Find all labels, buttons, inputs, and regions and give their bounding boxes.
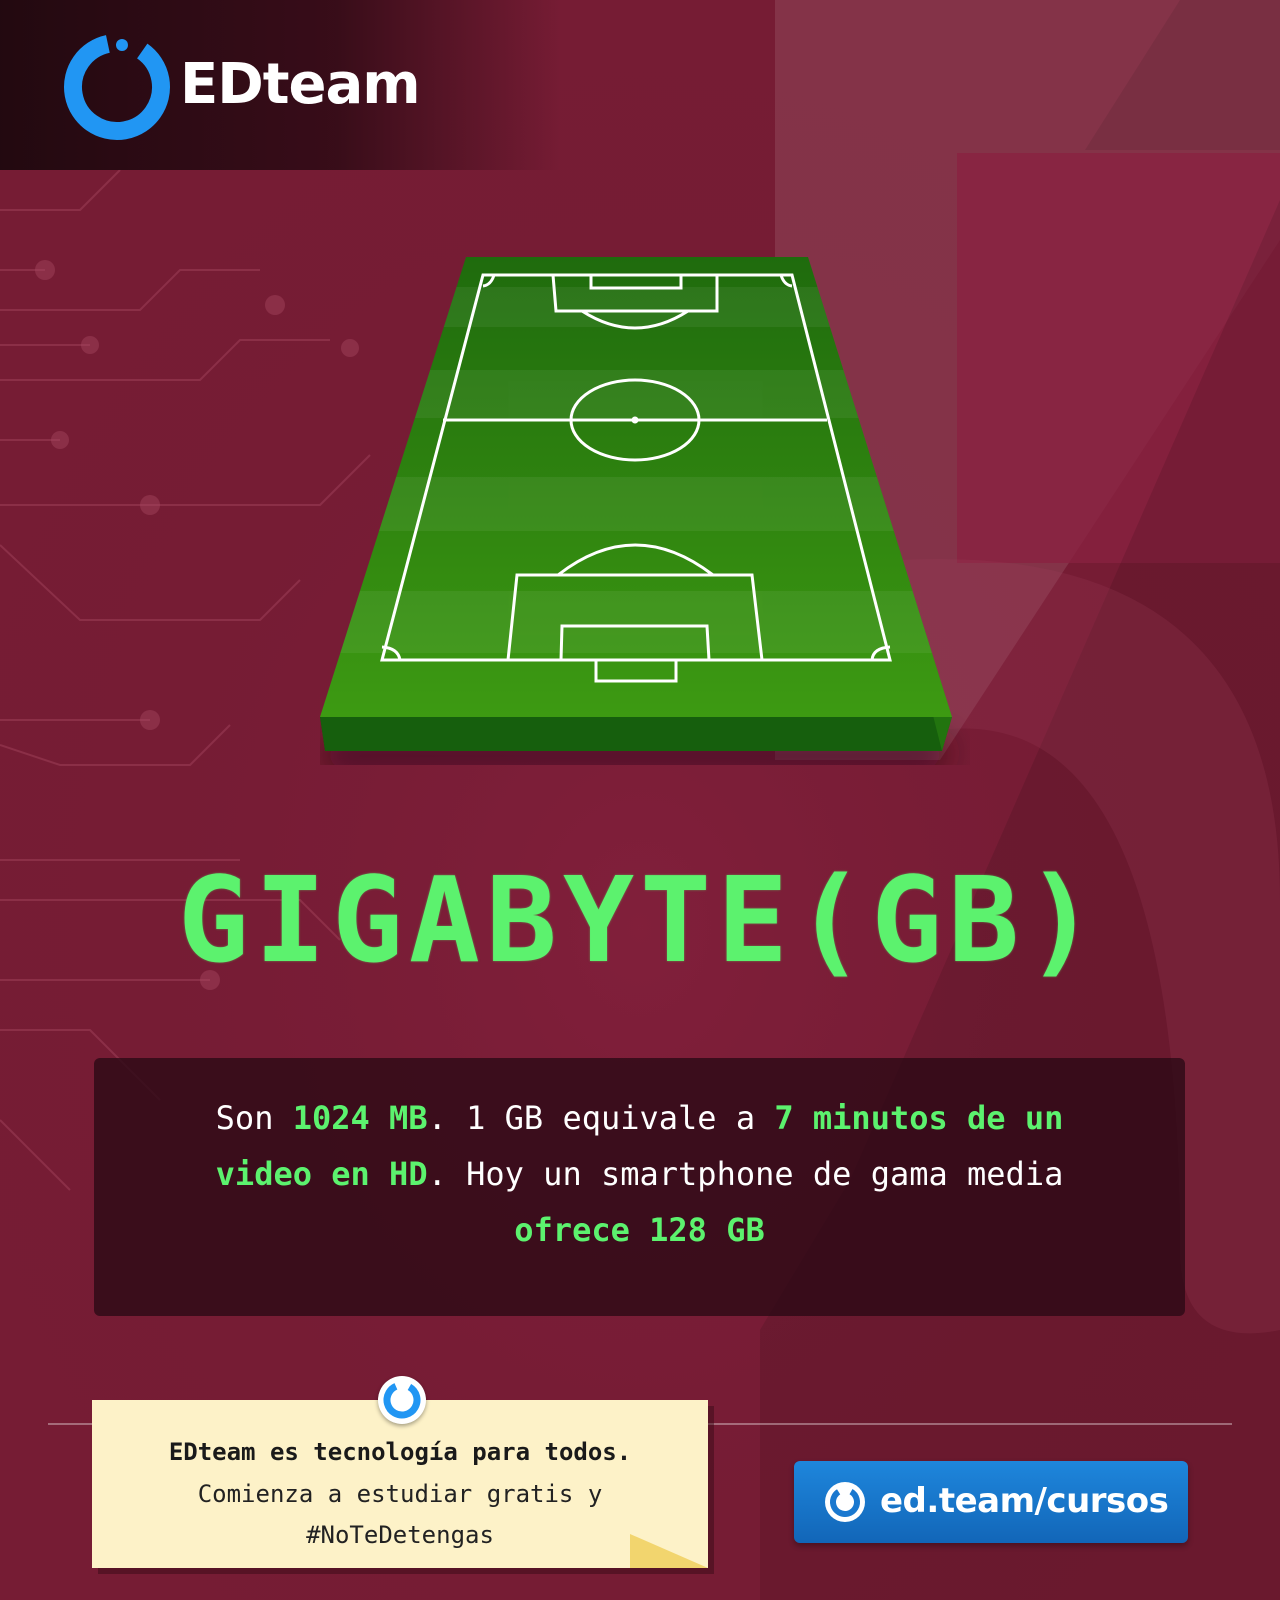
edteam-ring-logo-icon	[64, 34, 170, 140]
description-part: . Hoy un smartphone de gama media	[427, 1155, 1064, 1193]
logo-bar: EDteam	[0, 0, 560, 170]
soccer-field-icon	[320, 257, 952, 751]
description-part: . 1 GB equivale a	[427, 1099, 775, 1137]
background-decoration	[0, 0, 1280, 1600]
description-highlight: 1024 MB	[292, 1099, 428, 1137]
note-line: Comienza a estudiar gratis y	[197, 1480, 603, 1508]
edteam-ring-icon	[825, 1482, 865, 1522]
cta-label: ed.team/cursos	[880, 1481, 1169, 1521]
description-highlight: ofrece 128 GB	[514, 1211, 765, 1249]
description-part: Son	[215, 1099, 293, 1137]
note-fold	[630, 1534, 708, 1568]
description-text: Son 1024 MB. 1 GB equivale a 7 minutos d…	[164, 1090, 1115, 1258]
headline: GIGABYTE(GB)	[177, 851, 1103, 989]
note-hashtag: #NoTeDetengas	[306, 1521, 494, 1549]
brand-name: EDteam	[180, 52, 421, 117]
courses-link-button[interactable]: ed.team/cursos	[794, 1461, 1188, 1543]
pin-icon	[378, 1376, 426, 1424]
sticky-note: EDteam es tecnología para todos. Comienz…	[92, 1376, 708, 1568]
edteam-ring-pin-icon	[383, 1381, 421, 1419]
note-title: EDteam es tecnología para todos.	[168, 1438, 632, 1466]
info-box: Son 1024 MB. 1 GB equivale a 7 minutos d…	[94, 1058, 1185, 1316]
